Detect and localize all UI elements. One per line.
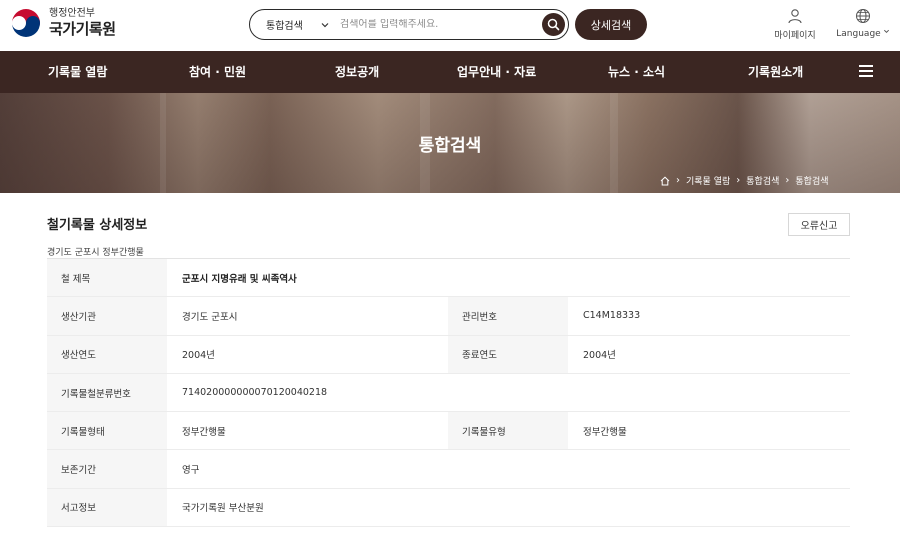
table-row: 생산기관 경기도 군포시 관리번호 C14M18333 — [47, 297, 850, 336]
page-title: 통합검색 — [418, 136, 482, 156]
row-value: 정부간행물 — [167, 412, 448, 450]
breadcrumb-separator-icon: › — [736, 175, 741, 186]
main-nav: 기록물 열람 참여 · 민원 정보공개 업무안내 · 자료 뉴스 · 소식 기록… — [0, 51, 900, 93]
site-header: 행정안전부 국가기록원 통합검색 상세검색 마이페이지 — [0, 0, 900, 51]
breadcrumb-item-current: 통합검색 — [795, 177, 829, 187]
row-value: 영구 — [167, 450, 850, 488]
row-label: 기록물철분류번호 — [47, 373, 167, 412]
table-row: 보존기간 영구 — [47, 450, 850, 489]
row-value: 2004년 — [167, 335, 448, 373]
site-logo[interactable]: 행정안전부 국가기록원 — [9, 6, 116, 40]
row-label: 관리번호 — [448, 297, 568, 335]
row-label: 생산기관 — [47, 297, 167, 335]
nav-item-participation[interactable]: 참여 · 민원 — [189, 51, 246, 93]
row-label: 철 제목 — [47, 259, 167, 297]
breadcrumb-separator-icon: › — [676, 175, 680, 186]
search-box: 통합검색 — [249, 9, 569, 40]
table-row: 기록물형태 정부간행물 기록물유형 정부간행물 — [47, 412, 850, 451]
org-name: 국가기록원 — [49, 20, 116, 38]
search-scope-select[interactable]: 통합검색 — [266, 17, 306, 32]
row-label: 기록물유형 — [448, 412, 568, 450]
row-label: 서고정보 — [47, 488, 167, 527]
globe-icon — [856, 9, 870, 23]
breadcrumb-item[interactable]: 통합검색 — [746, 174, 779, 187]
row-label: 보존기간 — [47, 450, 167, 488]
record-detail-table: 철 제목 군포시 지명유래 및 씨족역사 생산기관 경기도 군포시 관리번호 C… — [47, 258, 850, 528]
mypage-label: 마이페이지 — [774, 31, 816, 41]
row-label: 종료연도 — [448, 335, 568, 373]
breadcrumb-item[interactable]: 기록물 열람 — [686, 174, 730, 187]
nav-item-business[interactable]: 업무안내 · 자료 — [457, 51, 536, 93]
row-value: 군포시 지명유래 및 씨족역사 — [167, 259, 850, 297]
hamburger-menu-icon[interactable] — [859, 65, 873, 77]
search-button[interactable] — [542, 13, 565, 36]
chevron-down-icon[interactable] — [320, 20, 330, 30]
table-row: 기록물철분류번호 714020000000070120040218 — [47, 373, 850, 413]
row-value: 2004년 — [568, 335, 850, 373]
search-icon — [547, 18, 560, 31]
language-selector[interactable]: Language — [834, 8, 892, 39]
row-value: 정부간행물 — [568, 412, 850, 450]
hero-banner: 통합검색 › 기록물 열람 › 통합검색 › 통합검색 — [0, 93, 900, 193]
table-row: 철 제목 군포시 지명유래 및 씨족역사 — [47, 259, 850, 298]
section-title: 철기록물 상세정보 — [47, 218, 148, 233]
row-value: 714020000000070120040218 — [167, 373, 850, 412]
breadcrumb: › 기록물 열람 › 통합검색 › 통합검색 — [660, 174, 829, 187]
row-label: 생산연도 — [47, 335, 167, 373]
breadcrumb-separator-icon: › — [785, 175, 790, 186]
mypage-link[interactable]: 마이페이지 — [771, 8, 819, 41]
row-value: C14M18333 — [568, 297, 850, 335]
chevron-down-icon — [883, 29, 889, 34]
language-label: Language — [836, 28, 881, 39]
nav-item-disclosure[interactable]: 정보공개 — [335, 51, 379, 93]
report-error-button[interactable]: 오류신고 — [788, 213, 850, 236]
ministry-name: 행정안전부 — [49, 8, 95, 19]
detail-search-button[interactable]: 상세검색 — [575, 9, 647, 40]
home-icon[interactable] — [660, 176, 670, 186]
user-icon — [788, 9, 802, 24]
table-row: 서고정보 국가기록원 부산분원 — [47, 488, 850, 528]
row-label: 기록물형태 — [47, 412, 167, 450]
row-value: 경기도 군포시 — [167, 297, 448, 335]
nav-item-about[interactable]: 기록원소개 — [748, 51, 803, 93]
nav-item-news[interactable]: 뉴스 · 소식 — [608, 51, 665, 93]
taegeuk-logo-icon — [10, 7, 42, 39]
nav-item-records[interactable]: 기록물 열람 — [48, 51, 107, 93]
record-category: 경기도 군포시 정부간행물 — [47, 248, 144, 258]
row-value: 국가기록원 부산분원 — [167, 488, 850, 527]
search-input[interactable] — [340, 19, 530, 30]
table-row: 생산연도 2004년 종료연도 2004년 — [47, 335, 850, 374]
